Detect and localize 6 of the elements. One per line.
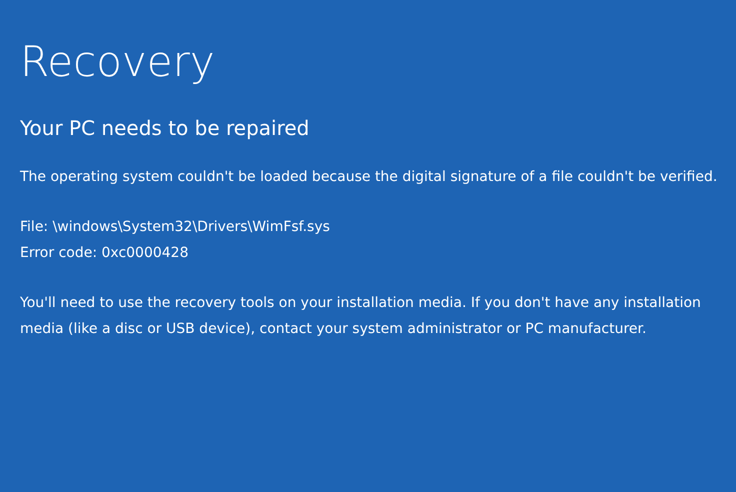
screen-subtitle: Your PC needs to be repaired bbox=[20, 115, 310, 142]
message-text: You'll need to use the recovery tools on your installation media. If you don't have any installation media (like a disc or USB device), contact your system administrator or PC manufacturer. bbox=[20, 294, 702, 339]
screen-title: Recovery bbox=[20, 36, 216, 88]
message-text: The operating system couldn't be loaded because the digital signature of a file couldn't be verified. bbox=[20, 168, 718, 187]
message-text: File: \windows\System32\Drivers\WimFsf.sys bbox=[20, 218, 331, 237]
message-text: Error code: 0xc0000428 bbox=[20, 244, 190, 263]
